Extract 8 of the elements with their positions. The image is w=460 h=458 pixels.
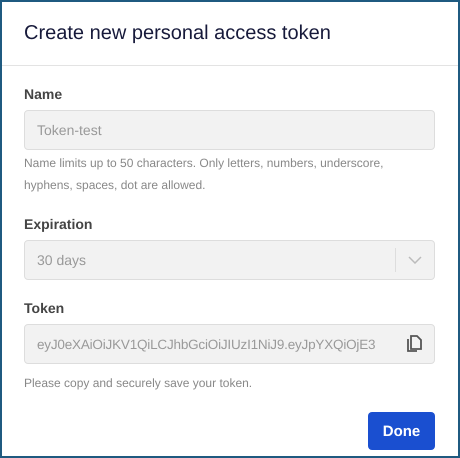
dialog-title: Create new personal access token [24, 22, 331, 45]
done-button[interactable]: Done [368, 412, 435, 450]
field-label: Name [24, 86, 62, 102]
help-text: Please copy and securely save your token. [24, 375, 254, 392]
field-label: Token [24, 300, 64, 316]
chevron-down-icon [408, 256, 422, 264]
field-label: Expiration [24, 216, 92, 232]
help-text: Name limits up to 50 characters. Only letters, numbers, underscore, hyphens, spaces, dot are allowed. [24, 155, 384, 194]
